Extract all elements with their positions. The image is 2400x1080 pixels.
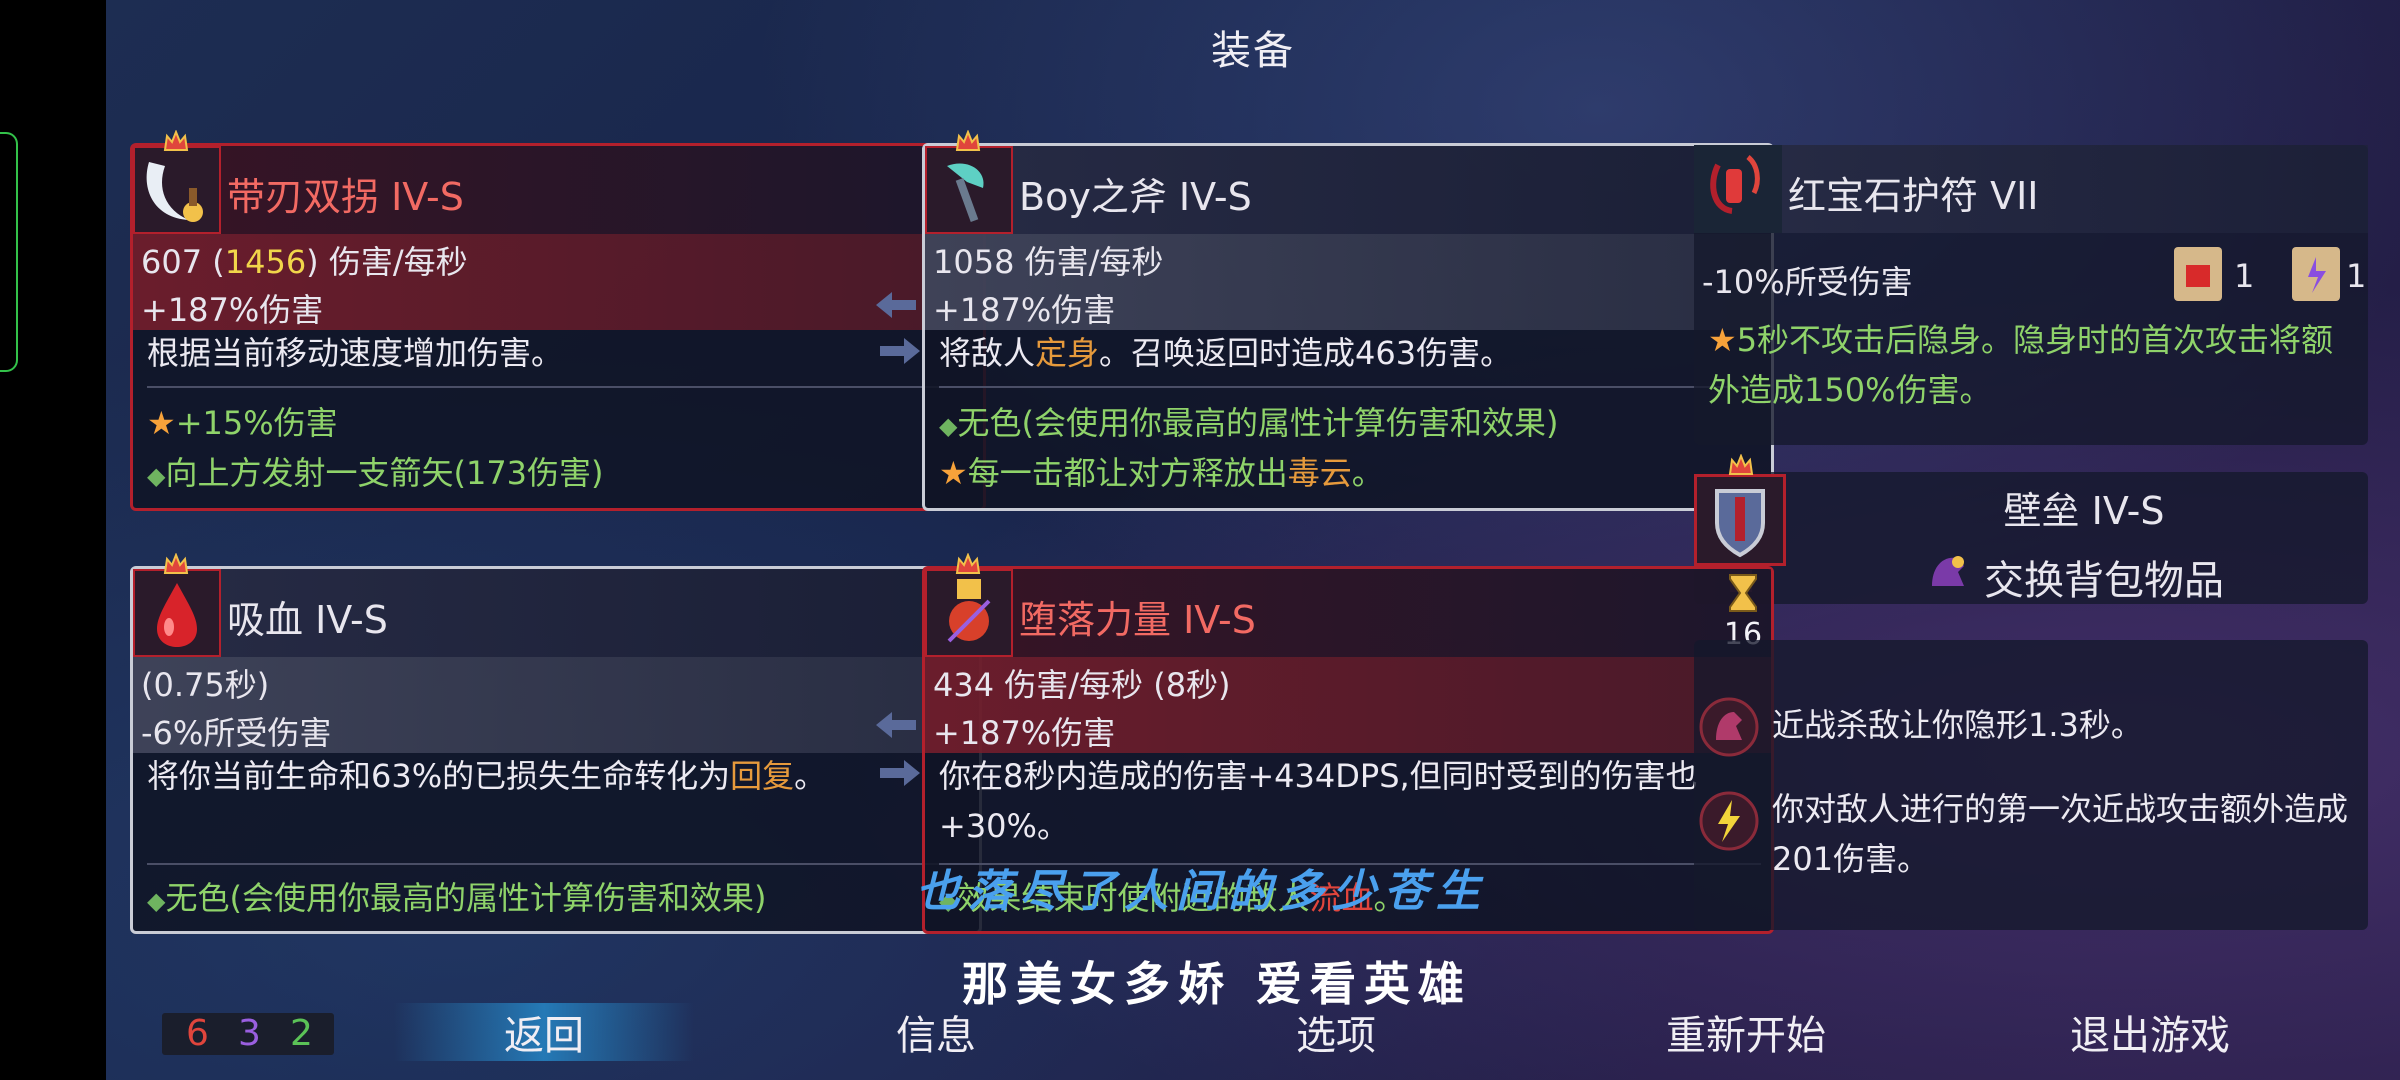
shield-card[interactable]: 壁垒 IV-S 交换背包物品 [1694, 454, 2368, 606]
dps-line: 607 (1456) 伤害/每秒 [141, 243, 468, 281]
duration-line: (0.75秒) [141, 666, 270, 704]
cloak-mutation-icon [1698, 696, 1760, 758]
item-description: 将敌人定身。召唤返回时造成463伤害。 [939, 334, 1513, 372]
divider [147, 386, 973, 388]
modifier-2: ◆向上方发射一支箭矢(173伤害) [147, 454, 604, 492]
tactics-count: 3 [238, 1013, 261, 1054]
item-description: 将你当前生命和63%的已损失生命转化为回复。 [147, 757, 827, 795]
star-icon: ★ [147, 404, 176, 442]
purple-scroll-count: 1 [2346, 257, 2367, 295]
brutality-count: 6 [186, 1013, 209, 1054]
modifier-1: ★+15%伤害 [147, 404, 338, 442]
divider [147, 863, 969, 865]
dps-line: 434 伤害/每秒 (8秒) [933, 666, 1231, 704]
amulet-card[interactable]: 红宝石护符 VII -10%所受伤害 1 1 ★5秒不攻击后隐身。隐身时的首次攻… [1694, 145, 2368, 445]
modifier-2: ★每一击都让对方释放出毒云。 [939, 454, 1384, 492]
item-name: 带刃双拐 IV-S [227, 175, 464, 219]
swap-arrow-left-icon [876, 292, 916, 318]
menu-options-button[interactable]: 选项 [1236, 1003, 1436, 1061]
swap-arrow-left-icon [876, 712, 916, 738]
modifier-1: ◆无色(会使用你最高的属性计算伤害和效果) [147, 879, 767, 917]
blood-drop-icon [133, 569, 221, 657]
amulet-icon [1694, 145, 1782, 233]
page-title: 装备 [1211, 28, 1295, 74]
mutations-panel: 近战杀敌让你隐形1.3秒。 你对敌人进行的第一次近战攻击额外造成201伤害。 [1694, 640, 2368, 930]
twin-blades-icon [133, 146, 221, 234]
left-black-bar [0, 0, 106, 1080]
star-icon: ★ [939, 454, 968, 492]
weapon-card-1[interactable]: 带刃双拐 IV-S 607 (1456) 伤害/每秒 +187%伤害 根据当前移… [130, 130, 986, 511]
backpack-swap-icon [1932, 556, 1964, 586]
hourglass-icon [1729, 574, 1757, 612]
stat-scrolls-counter: 6 3 2 [162, 1013, 334, 1055]
inventory-screen: 装备 带刃双拐 IV-S 607 (1456) 伤害/每秒 +187%伤害 根据… [106, 0, 2400, 1080]
swap-arrow-right-icon [880, 338, 920, 364]
diamond-icon: ◆ [147, 462, 166, 490]
item-name: 吸血 IV-S [227, 598, 388, 642]
mutation-1-text: 近战杀敌让你隐形1.3秒。 [1772, 706, 2143, 744]
crown-icon [955, 553, 981, 574]
red-scroll-icon [2174, 247, 2222, 301]
item-description: 你在8秒内造成的伤害+434DPS,但同时受到的伤害也+30%。 [939, 757, 1698, 845]
amulet-stat: -10%所受伤害 [1702, 263, 1913, 301]
diamond-icon: ◆ [147, 887, 166, 915]
crown-icon [1728, 454, 1754, 475]
item-name: 红宝石护符 VII [1788, 174, 2039, 218]
screen-edge-indicator [0, 132, 18, 372]
weapon-card-2[interactable]: Boy之斧 IV-S 1058 伤害/每秒 +187%伤害 将敌人定身。召唤返回… [922, 130, 1774, 511]
menu-info-button[interactable]: 信息 [836, 1003, 1036, 1061]
damage-line: +187%伤害 [141, 291, 324, 329]
mutation-2-text: 你对敌人进行的第一次近战攻击额外造成201伤害。 [1772, 790, 2349, 878]
axe-icon [925, 146, 1013, 234]
lyric-line-1: 也落尽了人间的多少苍生 [916, 866, 1488, 917]
swap-backpack-label[interactable]: 交换背包物品 [1984, 548, 2224, 606]
item-description: 根据当前移动速度增加伤害。 [147, 334, 564, 372]
fallen-power-icon [925, 569, 1013, 657]
shield-icon [1694, 474, 1786, 566]
star-icon: ★ [1708, 321, 1737, 359]
item-name: Boy之斧 IV-S [1019, 175, 1252, 219]
menu-back-button[interactable]: 返回 [394, 1003, 694, 1061]
diamond-icon: ◆ [939, 412, 958, 440]
skill-card-1[interactable]: 吸血 IV-S 30 (0.75秒) -6%所受伤害 将你当前生命和63%的已损… [130, 553, 982, 934]
purple-scroll-icon [2292, 247, 2340, 301]
crown-icon [163, 130, 189, 151]
lightning-mutation-icon [1698, 790, 1760, 852]
item-name: 堕落力量 IV-S [1019, 598, 1256, 642]
crown-icon [955, 130, 981, 151]
amulet-description: ★5秒不攻击后隐身。隐身时的首次攻击将额外造成150%伤害。 [1708, 321, 2334, 409]
crown-icon [163, 553, 189, 574]
menu-restart-button[interactable]: 重新开始 [1616, 1003, 1876, 1061]
item-name: 壁垒 IV-S [2003, 489, 2165, 533]
damage-line: +187%伤害 [933, 714, 1116, 752]
modifier-1: ◆无色(会使用你最高的属性计算伤害和效果) [939, 404, 1559, 442]
damage-line: +187%伤害 [933, 291, 1116, 329]
red-scroll-count: 1 [2234, 257, 2255, 295]
stat-line: -6%所受伤害 [141, 714, 332, 752]
survival-count: 2 [290, 1013, 313, 1054]
bottom-menu: 6 3 2 返回 信息 选项 重新开始 退出游戏 [106, 995, 2400, 1065]
divider [939, 386, 1761, 388]
dps-line: 1058 伤害/每秒 [933, 243, 1164, 281]
menu-quit-button[interactable]: 退出游戏 [2020, 1003, 2280, 1061]
swap-arrow-right-icon [880, 760, 920, 786]
